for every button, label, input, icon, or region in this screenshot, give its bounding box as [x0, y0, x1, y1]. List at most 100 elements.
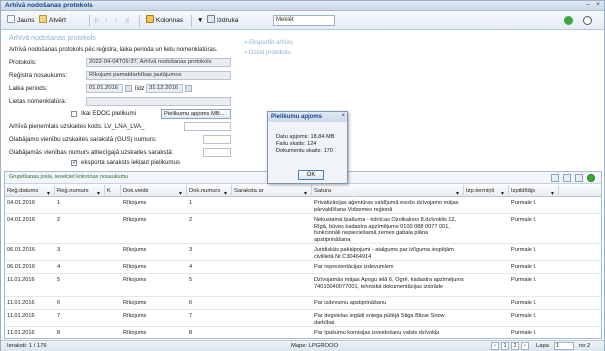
gus-number-field[interactable]	[203, 135, 231, 144]
page-2-button[interactable]: 2	[511, 342, 519, 350]
delete-protocol-link[interactable]: » Dzēst protokolu	[244, 48, 293, 58]
export-attachments-checkbox[interactable]	[71, 159, 77, 166]
columns-button-label: Kolonnas	[156, 17, 184, 24]
page-next-icon[interactable]: ›	[521, 342, 529, 350]
nav-first-icon[interactable]: |‹	[95, 15, 99, 27]
col-executor[interactable]: Izpildītājs ▾	[509, 185, 559, 197]
col-label: Dok.veids	[123, 188, 149, 194]
cell-doc-number: 8	[189, 330, 193, 336]
filter-icon[interactable]: ▾	[47, 188, 52, 197]
dialog-close-icon[interactable]: ×	[341, 113, 345, 119]
filter-icon[interactable]: ▾	[224, 188, 229, 197]
edoc-only-label: Ikai EDOC pielikumi	[81, 110, 137, 117]
print-button[interactable]: Izdruka	[207, 15, 238, 27]
col-reg-number[interactable]: Reģ.numurs ▾	[55, 185, 105, 197]
col-list[interactable]: Saraksta ar ▾	[232, 185, 312, 197]
filter-icon[interactable]: ▾	[179, 188, 184, 197]
open-button[interactable]: Atvērt	[39, 15, 66, 27]
dialog-title: Pielikumu apjoms	[268, 112, 347, 122]
cell-content: Juridiskās pakalpojumi - atalgums par iz…	[314, 247, 454, 260]
cell-executor: Purmale I.	[511, 277, 537, 283]
excel-export-icon[interactable]	[563, 174, 571, 182]
export-grid-icon[interactable]	[551, 174, 559, 182]
period-from-field[interactable]: 01.01.2016	[86, 84, 123, 93]
cell-doc-type: Rīkojums	[123, 247, 147, 253]
col-content[interactable]: Satura ▾	[312, 185, 464, 197]
refresh-icon[interactable]	[564, 16, 573, 25]
table-row[interactable]: 11.01.2016 8 Rīkojums 8 Par īpašumu komi…	[5, 328, 601, 338]
register-label: Reģistra nosaukums:	[9, 72, 68, 79]
power-icon[interactable]	[583, 16, 592, 25]
calendar-icon[interactable]	[185, 85, 192, 92]
group-by-hint: Grupēšanas josla, ievelciet kolonnas nos…	[9, 174, 129, 180]
new-button[interactable]: Jauns	[7, 15, 34, 27]
cell-reg-date: 04.01.2016	[7, 200, 35, 206]
edoc-only-checkbox[interactable]	[71, 111, 77, 117]
storage-code-field[interactable]	[184, 122, 231, 131]
map-label: Mape: LPGROOO	[291, 343, 339, 349]
cell-reg-date: 04.01.2016	[7, 217, 35, 223]
status-bar: Ieraksti: 1 / 176 Mape: LPGROOO ‹ 1 2 › …	[1, 340, 604, 351]
close-window-icon[interactable]: ×	[594, 2, 602, 9]
calendar-icon[interactable]	[125, 85, 132, 92]
col-label: Izp.termiņš	[466, 188, 495, 194]
files-count-text: Failu skaits: 124	[276, 141, 317, 147]
grid-refresh-icon[interactable]	[587, 174, 595, 182]
filter-icon[interactable]: ▾	[304, 188, 309, 197]
table-row[interactable]: 11.01.2016 7 Rīkojums 7 Par degvielas ie…	[5, 311, 601, 327]
filter-icon[interactable]: ▾	[501, 188, 506, 197]
col-doc-type[interactable]: Dok.veids ▾	[121, 185, 187, 197]
toolbar: Jauns Atvērt |‹ ‹ › ›| Kolonnas ▼ Izdruk…	[1, 12, 604, 30]
ok-button[interactable]: OK	[298, 170, 324, 180]
table-row[interactable]: 11.01.2016 6 Rīkojums 6 Par izdevumu aps…	[5, 298, 601, 310]
cell-doc-type: Rīkojums	[123, 300, 147, 306]
section-title: Arhīvā nodošanas protokols	[9, 35, 96, 42]
filter-icon[interactable]: ▾	[456, 188, 461, 197]
col-label: Reģ.numurs	[57, 188, 89, 194]
protocol-label: Protokols:	[9, 59, 37, 66]
cell-content: Nekustamā īpašuma - ēdnīcas Ozolkalnos 8…	[314, 217, 457, 243]
nomenclature-field	[86, 97, 231, 106]
page-1-button[interactable]: 1	[501, 342, 509, 350]
nav-prev-icon[interactable]: ‹	[105, 15, 107, 27]
cell-content: Privatizācijas aģentūras valdījumā esošo…	[314, 200, 459, 213]
open-button-label: Atvērt	[49, 17, 66, 24]
cell-reg-number: 7	[57, 313, 61, 319]
table-row[interactable]: 04.01.2016 1 Rīkojums 1 Privatizācijas a…	[5, 198, 601, 214]
filter-icon[interactable]: ▾	[551, 188, 556, 197]
table-row[interactable]: 06.01.2016 4 Rīkojums 4 Par reprezentāci…	[5, 262, 601, 274]
page-number-input[interactable]: 1	[554, 342, 574, 350]
attachment-size-button[interactable]: Pielikumu apjoms MB...	[161, 109, 231, 119]
col-reg-date[interactable]: Reģ.datums ▾	[5, 185, 55, 197]
cell-doc-type: Rīkojums	[123, 313, 147, 319]
col-doc-number[interactable]: Dok.numurs ▾	[187, 185, 232, 197]
columns-button[interactable]: Kolonnas	[146, 15, 183, 27]
cell-reg-date: 11.01.2016	[7, 330, 35, 336]
table-row[interactable]: 06.01.2016 3 Rīkojums 3 Juridiskās pakal…	[5, 245, 601, 261]
col-label: Reģ.datums	[7, 188, 39, 194]
search-input[interactable]: Meklēt	[273, 15, 335, 26]
documents-grid: Grupēšanas josla, ievelciet kolonnas nos…	[4, 171, 602, 339]
export-attachments-label: eksporta saraksts iekļaut pielikumus	[81, 159, 181, 166]
table-row[interactable]: 04.01.2016 2 Rīkojums 2 Nekustamā īpašum…	[5, 215, 601, 244]
storage-code-label: Arhīvā pieņemtais uzskaites kods: LV_LNA…	[9, 123, 145, 130]
table-row[interactable]: 11.01.2016 5 Rīkojums 5 Dzīvojamās mājas…	[5, 275, 601, 297]
minimize-icon[interactable]: –	[584, 2, 592, 9]
dropdown-arrow-icon[interactable]: ▼	[197, 15, 203, 27]
nav-last-icon[interactable]: ›|	[125, 15, 129, 27]
cell-executor: Purmale I.	[511, 200, 537, 206]
nav-next-icon[interactable]: ›	[115, 15, 117, 27]
toolbar-divider	[191, 15, 192, 27]
col-deadline[interactable]: Izp.termiņš ▾	[464, 185, 509, 197]
filter-icon[interactable]: ▾	[97, 188, 102, 197]
period-to-field[interactable]: 31.12.2016	[146, 84, 183, 93]
export-archive-link[interactable]: » Eksportēt arhīvu	[244, 38, 293, 48]
cell-doc-type: Rīkojums	[123, 264, 147, 270]
cell-doc-number: 4	[189, 264, 193, 270]
col-k[interactable]: K	[105, 185, 121, 197]
units-number-field[interactable]	[203, 148, 231, 157]
cell-executor: Purmale I.	[511, 313, 537, 319]
print-grid-icon[interactable]	[575, 174, 583, 182]
page-prev-icon[interactable]: ‹	[491, 342, 499, 350]
records-count: Ieraksti: 1 / 176	[7, 343, 47, 349]
